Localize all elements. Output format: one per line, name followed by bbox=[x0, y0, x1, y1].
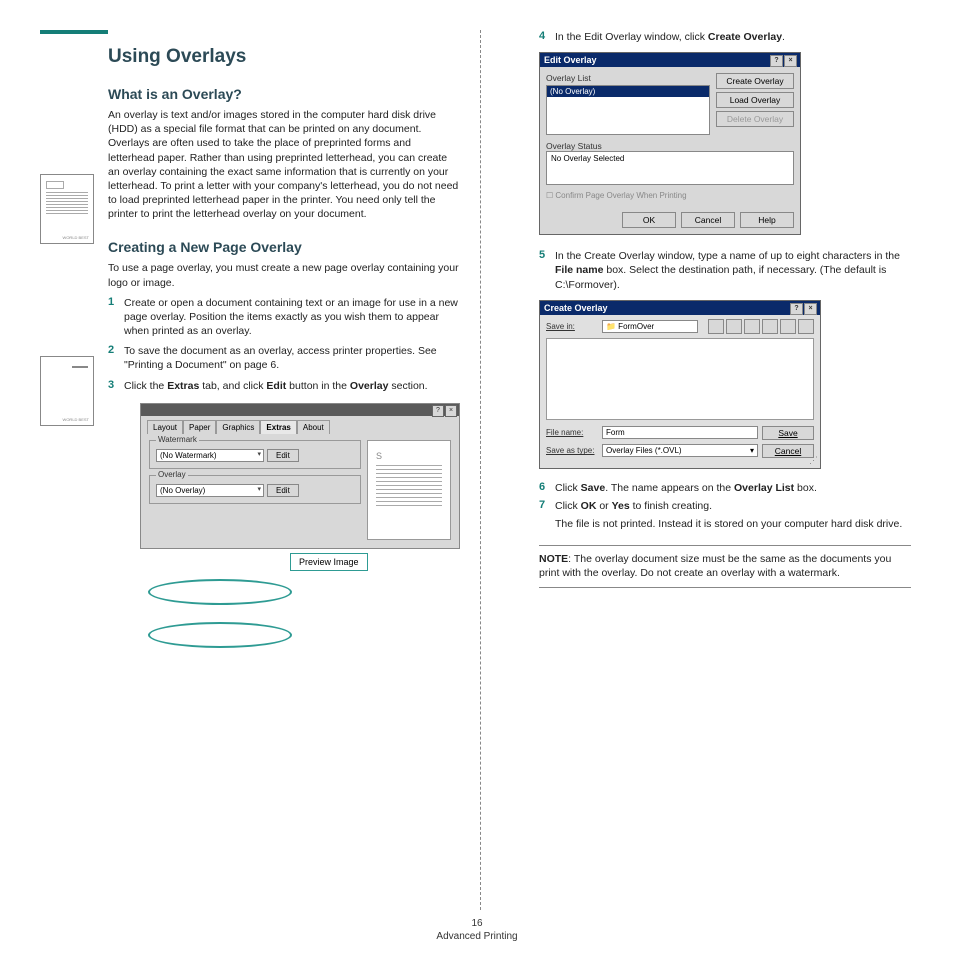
resize-grip-icon[interactable]: ⋰ bbox=[809, 455, 818, 466]
filename-label: File name: bbox=[546, 428, 598, 437]
help-icon[interactable]: ? bbox=[790, 303, 803, 315]
step-7-note: The file is not printed. Instead it is s… bbox=[555, 517, 911, 531]
overlay-status-box: No Overlay Selected bbox=[546, 151, 794, 185]
overlay-group: Overlay (No Overlay) Edit bbox=[149, 475, 361, 504]
close-icon[interactable]: × bbox=[784, 55, 797, 67]
note-block: NOTE: The overlay document size must be … bbox=[539, 545, 911, 587]
right-column: 4 In the Edit Overlay window, click Crea… bbox=[481, 30, 911, 890]
overlay-list-item[interactable]: (No Overlay) bbox=[547, 86, 709, 97]
save-in-select[interactable]: 📁 FormOver bbox=[602, 320, 698, 333]
new-folder-icon[interactable] bbox=[762, 319, 778, 334]
page: Using Overlays WORLD BEST What is an Ove… bbox=[0, 0, 954, 900]
list-view-icon[interactable] bbox=[780, 319, 796, 334]
edit-overlay-dialog: Edit Overlay ?× Overlay List (No Overlay… bbox=[539, 52, 801, 235]
window-titlebar: ?× bbox=[141, 404, 459, 416]
step-1: 1 Create or open a document containing t… bbox=[108, 296, 460, 339]
filename-input[interactable]: Form bbox=[602, 426, 758, 439]
steps-list-right: 4 In the Edit Overlay window, click Crea… bbox=[539, 30, 911, 44]
step-6: 6 Click Save. The name appears on the Ov… bbox=[539, 481, 911, 495]
step-3: 3 Click the Extras tab, and click Edit b… bbox=[108, 379, 460, 393]
help-icon[interactable]: ? bbox=[432, 405, 444, 417]
overlay-concept-thumbnail: WORLD BEST bbox=[40, 174, 94, 244]
confirm-overlay-checkbox[interactable]: ☐ Confirm Page Overlay When Printing bbox=[546, 191, 794, 200]
desktop-icon[interactable] bbox=[744, 319, 760, 334]
help-icon[interactable]: ? bbox=[770, 55, 783, 67]
overlay-listbox[interactable]: (No Overlay) bbox=[546, 85, 710, 135]
heading-creating-overlay: Creating a New Page Overlay bbox=[108, 239, 460, 255]
preview-pane: S bbox=[367, 440, 451, 540]
step-4: 4 In the Edit Overlay window, click Crea… bbox=[539, 30, 911, 44]
cancel-button[interactable]: Cancel bbox=[681, 212, 735, 228]
save-button[interactable]: Save bbox=[762, 426, 814, 440]
save-in-label: Save in: bbox=[546, 322, 598, 331]
savetype-label: Save as type: bbox=[546, 446, 598, 455]
title-accent-bar bbox=[40, 30, 108, 34]
paragraph-creating-intro: To use a page overlay, you must create a… bbox=[108, 261, 460, 289]
savetype-select[interactable]: Overlay Files (*.OVL)▾ bbox=[602, 444, 758, 457]
footer-section: Advanced Printing bbox=[0, 931, 954, 942]
new-overlay-thumbnail: WORLD BEST bbox=[40, 356, 94, 426]
step-5: 5 In the Create Overlay window, type a n… bbox=[539, 249, 911, 292]
tab-about[interactable]: About bbox=[297, 420, 330, 434]
highlight-ellipse-watermark bbox=[148, 579, 292, 605]
left-column: Using Overlays WORLD BEST What is an Ove… bbox=[40, 30, 480, 890]
delete-overlay-button[interactable]: Delete Overlay bbox=[716, 111, 794, 127]
ok-button[interactable]: OK bbox=[622, 212, 676, 228]
tabs: Layout Paper Graphics Extras About bbox=[141, 416, 459, 434]
watermark-edit-button[interactable]: Edit bbox=[267, 449, 299, 462]
overlay-list-label: Overlay List bbox=[546, 73, 710, 83]
file-list-area[interactable] bbox=[546, 338, 814, 420]
dropdown-icon[interactable] bbox=[708, 319, 724, 334]
toolbar-icons bbox=[708, 319, 814, 334]
steps-list-left: 1 Create or open a document containing t… bbox=[108, 296, 460, 393]
help-button[interactable]: Help bbox=[740, 212, 794, 228]
cancel-button[interactable]: Cancel bbox=[762, 444, 814, 458]
up-folder-icon[interactable] bbox=[726, 319, 742, 334]
tab-paper[interactable]: Paper bbox=[183, 420, 216, 434]
tab-graphics[interactable]: Graphics bbox=[216, 420, 260, 434]
create-overlay-dialog: Create Overlay ?× Save in: 📁 FormOver bbox=[539, 300, 821, 469]
page-number: 16 bbox=[0, 918, 954, 929]
create-overlay-button[interactable]: Create Overlay bbox=[716, 73, 794, 89]
heading-what-is-overlay: What is an Overlay? bbox=[108, 86, 460, 102]
create-overlay-titlebar: Create Overlay ?× bbox=[540, 301, 820, 315]
watermark-select[interactable]: (No Watermark) bbox=[156, 449, 264, 462]
close-icon[interactable]: × bbox=[804, 303, 817, 315]
paragraph-overlay-definition: An overlay is text and/or images stored … bbox=[108, 108, 460, 221]
details-view-icon[interactable] bbox=[798, 319, 814, 334]
preview-image-label: Preview Image bbox=[290, 553, 368, 571]
page-title: Using Overlays bbox=[108, 46, 460, 68]
watermark-group: Watermark (No Watermark) Edit bbox=[149, 440, 361, 469]
printer-preferences-figure: ?× Layout Paper Graphics Extras About Wa… bbox=[140, 403, 460, 549]
tab-extras[interactable]: Extras bbox=[260, 420, 296, 434]
overlay-select[interactable]: (No Overlay) bbox=[156, 484, 264, 497]
tab-layout[interactable]: Layout bbox=[147, 420, 183, 434]
close-icon[interactable]: × bbox=[445, 405, 457, 417]
step-2: 2 To save the document as an overlay, ac… bbox=[108, 344, 460, 372]
load-overlay-button[interactable]: Load Overlay bbox=[716, 92, 794, 108]
overlay-edit-button[interactable]: Edit bbox=[267, 484, 299, 497]
page-footer: 16 Advanced Printing bbox=[0, 918, 954, 942]
edit-overlay-titlebar: Edit Overlay ?× bbox=[540, 53, 800, 67]
overlay-status-label: Overlay Status bbox=[546, 141, 794, 151]
highlight-ellipse-overlay bbox=[148, 622, 292, 648]
step-7: 7 Click OK or Yes to finish creating. bbox=[539, 499, 911, 513]
